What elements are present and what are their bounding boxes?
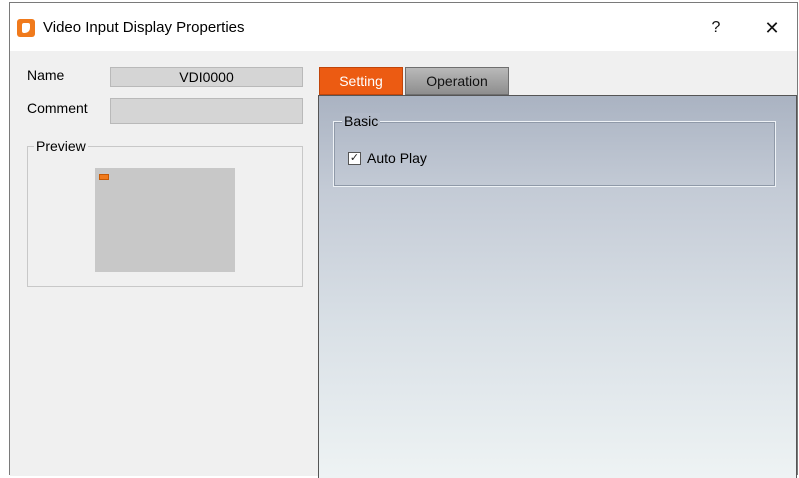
title-bar: Video Input Display Properties ? ✕ [10,3,797,51]
name-label: Name [27,67,65,83]
tab-setting[interactable]: Setting [319,67,403,95]
comment-label: Comment [27,100,88,116]
basic-group: Basic ✓ Auto Play [333,113,776,187]
comment-field[interactable] [110,98,303,124]
properties-dialog: Video Input Display Properties ? ✕ Name … [9,2,798,478]
name-field[interactable]: VDI0000 [110,67,303,87]
dialog-body: Name VDI0000 Comment Preview Setting Ope… [10,51,797,478]
basic-group-label: Basic [342,113,381,129]
auto-play-label[interactable]: Auto Play [367,149,427,167]
preview-screen [95,168,235,272]
help-button[interactable]: ? [700,15,732,41]
auto-play-checkbox[interactable]: ✓ [348,152,361,165]
preview-label: Preview [34,138,88,154]
close-button[interactable]: ✕ [756,15,788,41]
app-icon [17,19,35,37]
setting-panel: Basic ✓ Auto Play [318,95,797,478]
window-title: Video Input Display Properties [43,19,245,36]
video-marker-icon [99,174,109,180]
tab-operation[interactable]: Operation [405,67,509,95]
